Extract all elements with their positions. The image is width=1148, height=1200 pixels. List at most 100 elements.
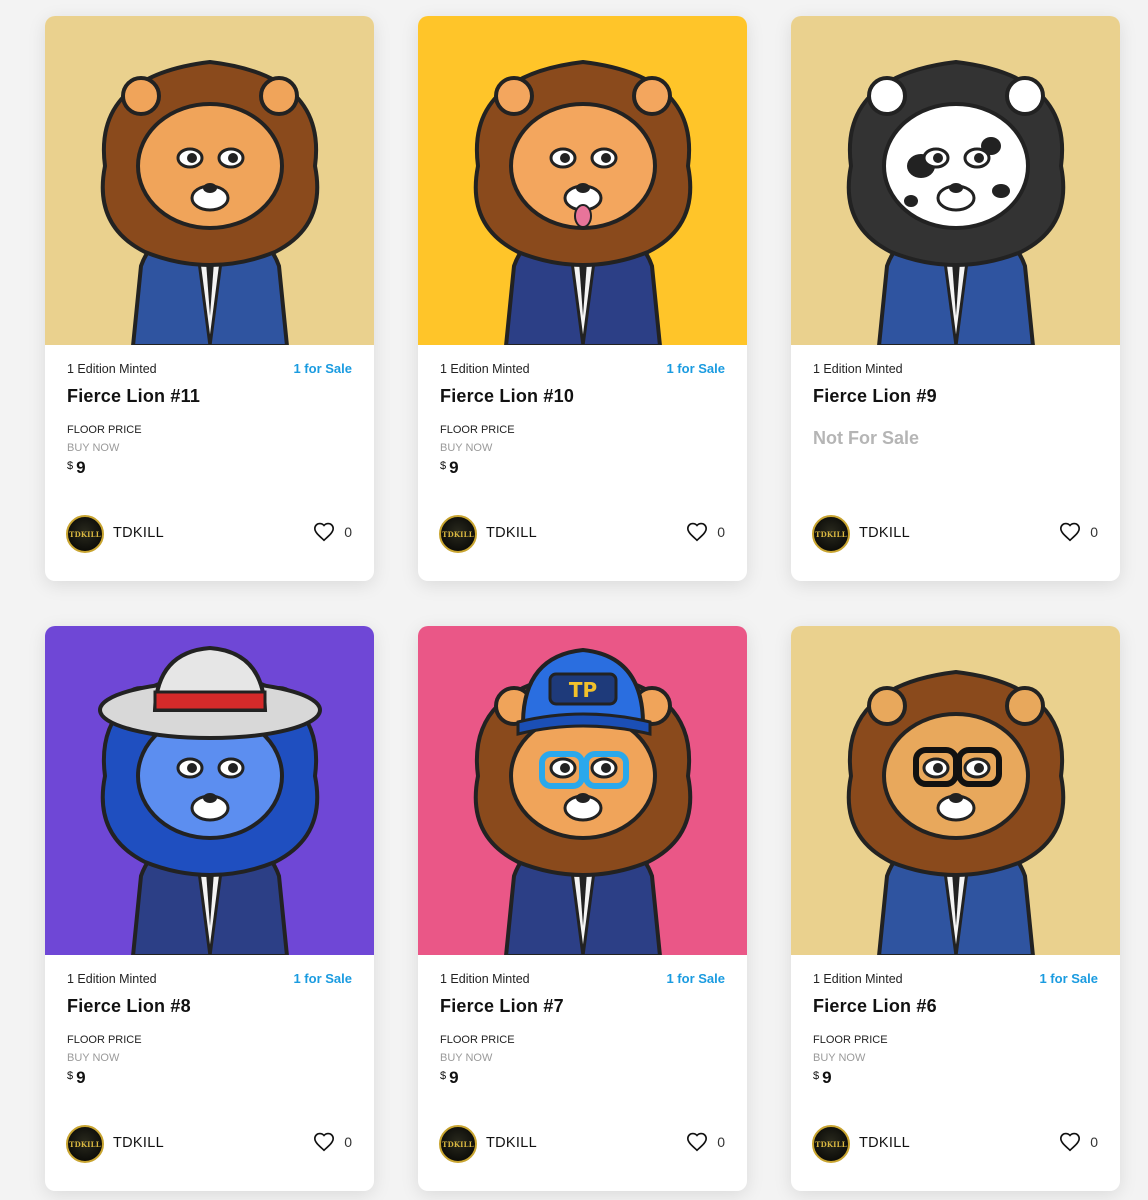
heart-icon[interactable]: [313, 521, 335, 543]
avatar-logo-text: TDKILL: [69, 1140, 101, 1149]
card-body: 1 Edition Minted 1 for Sale Fierce Lion #8…: [45, 955, 374, 1191]
edition-count: 1 Edition Minted: [813, 972, 903, 986]
creator-avatar[interactable]: TDKILL: [812, 1125, 850, 1163]
edition-count: 1 Edition Minted: [67, 362, 157, 376]
nft-image[interactable]: [45, 626, 374, 955]
edition-count: 1 Edition Minted: [67, 972, 157, 986]
like-count: 0: [1090, 1134, 1098, 1150]
avatar-logo-text: TDKILL: [442, 530, 474, 539]
nft-card[interactable]: 1 Edition Minted 1 for Sale Fierce Lion #1…: [45, 16, 374, 581]
price-value: $9: [440, 1068, 459, 1088]
nft-title[interactable]: Fierce Lion #9: [813, 386, 937, 407]
for-sale-count: 1 for Sale: [293, 971, 352, 986]
like-count: 0: [1090, 524, 1098, 540]
creator-avatar[interactable]: TDKILL: [66, 515, 104, 553]
creator-avatar[interactable]: TDKILL: [812, 515, 850, 553]
like-count: 0: [717, 1134, 725, 1150]
nft-card[interactable]: 1 Edition Minted Fierce Lion #9 Not For Sa…: [791, 16, 1120, 581]
nft-image[interactable]: [791, 626, 1120, 955]
card-body: 1 Edition Minted 1 for Sale Fierce Lion #7…: [418, 955, 747, 1191]
like-button[interactable]: 0: [313, 521, 352, 543]
lion-artwork: [418, 16, 747, 345]
currency-symbol: $: [440, 460, 447, 472]
floor-price-label: FLOOR PRICE: [67, 424, 142, 436]
nft-image[interactable]: [418, 16, 747, 345]
creator-avatar[interactable]: TDKILL: [66, 1125, 104, 1163]
edition-count: 1 Edition Minted: [440, 972, 530, 986]
nft-title[interactable]: Fierce Lion #7: [440, 996, 564, 1017]
nft-title[interactable]: Fierce Lion #10: [440, 386, 574, 407]
floor-price-label: FLOOR PRICE: [440, 424, 515, 436]
price-amount: 9: [76, 458, 86, 477]
nft-title[interactable]: Fierce Lion #8: [67, 996, 191, 1017]
nft-image[interactable]: TP: [418, 626, 747, 955]
for-sale-count: 1 for Sale: [666, 971, 725, 986]
heart-icon[interactable]: [313, 1131, 335, 1153]
nft-image[interactable]: [45, 16, 374, 345]
currency-symbol: $: [813, 1070, 820, 1082]
heart-icon[interactable]: [1059, 1131, 1081, 1153]
like-button[interactable]: 0: [1059, 1131, 1098, 1153]
creator-name[interactable]: TDKILL: [859, 525, 910, 541]
like-button[interactable]: 0: [1059, 521, 1098, 543]
price-value: $9: [67, 1068, 86, 1088]
floor-price-label: FLOOR PRICE: [440, 1034, 515, 1046]
creator-avatar[interactable]: TDKILL: [439, 1125, 477, 1163]
creator-name[interactable]: TDKILL: [859, 1135, 910, 1151]
heart-icon[interactable]: [1059, 521, 1081, 543]
creator-name[interactable]: TDKILL: [486, 525, 537, 541]
nft-card[interactable]: 1 Edition Minted 1 for Sale Fierce Lion #8…: [45, 626, 374, 1191]
floor-price-label: FLOOR PRICE: [813, 1034, 888, 1046]
lion-artwork: TP: [418, 626, 747, 955]
avatar-logo-text: TDKILL: [815, 1140, 847, 1149]
not-for-sale-label: Not For Sale: [813, 428, 920, 448]
creator-name[interactable]: TDKILL: [486, 1135, 537, 1151]
price-amount: 9: [449, 1068, 459, 1087]
avatar-logo-text: TDKILL: [442, 1140, 474, 1149]
avatar-logo-text: TDKILL: [815, 530, 847, 539]
like-count: 0: [344, 1134, 352, 1150]
heart-icon[interactable]: [686, 521, 708, 543]
lion-artwork: [45, 626, 374, 955]
price-amount: 9: [449, 458, 459, 477]
nft-card-grid: 1 Edition Minted 1 for Sale Fierce Lion #1…: [0, 0, 1148, 1200]
avatar-logo-text: TDKILL: [69, 530, 101, 539]
card-body: 1 Edition Minted 1 for Sale Fierce Lion #1…: [418, 345, 747, 581]
like-button[interactable]: 0: [686, 521, 725, 543]
nft-title[interactable]: Fierce Lion #6: [813, 996, 937, 1017]
lion-artwork: [45, 16, 374, 345]
nft-image[interactable]: [791, 16, 1120, 345]
for-sale-count: 1 for Sale: [293, 361, 352, 376]
buy-now-label: BUY NOW: [440, 442, 493, 454]
price-value: $9: [440, 458, 459, 478]
for-sale-count: 1 for Sale: [666, 361, 725, 376]
creator-avatar[interactable]: TDKILL: [439, 515, 477, 553]
like-button[interactable]: 0: [686, 1131, 725, 1153]
creator-name[interactable]: TDKILL: [113, 525, 164, 541]
price-amount: 9: [76, 1068, 86, 1087]
nft-title[interactable]: Fierce Lion #11: [67, 386, 200, 407]
nft-card[interactable]: 1 Edition Minted 1 for Sale Fierce Lion #1…: [418, 16, 747, 581]
lion-artwork: [791, 16, 1120, 345]
nft-card[interactable]: TP 1 Edition Minted 1 for Sale Fierce Lion …: [418, 626, 747, 1191]
currency-symbol: $: [67, 460, 74, 472]
edition-count: 1 Edition Minted: [440, 362, 530, 376]
card-body: 1 Edition Minted Fierce Lion #9 Not For Sa…: [791, 345, 1120, 581]
currency-symbol: $: [67, 1070, 74, 1082]
like-button[interactable]: 0: [313, 1131, 352, 1153]
price-value: $9: [67, 458, 86, 478]
nft-card[interactable]: 1 Edition Minted 1 for Sale Fierce Lion #6…: [791, 626, 1120, 1191]
card-body: 1 Edition Minted 1 for Sale Fierce Lion #1…: [45, 345, 374, 581]
buy-now-label: BUY NOW: [813, 1052, 866, 1064]
like-count: 0: [344, 524, 352, 540]
lion-artwork: [791, 626, 1120, 955]
currency-symbol: $: [440, 1070, 447, 1082]
price-amount: 9: [822, 1068, 832, 1087]
edition-count: 1 Edition Minted: [813, 362, 903, 376]
creator-name[interactable]: TDKILL: [113, 1135, 164, 1151]
svg-text:TP: TP: [569, 678, 597, 702]
card-body: 1 Edition Minted 1 for Sale Fierce Lion #6…: [791, 955, 1120, 1191]
buy-now-label: BUY NOW: [67, 1052, 120, 1064]
like-count: 0: [717, 524, 725, 540]
heart-icon[interactable]: [686, 1131, 708, 1153]
